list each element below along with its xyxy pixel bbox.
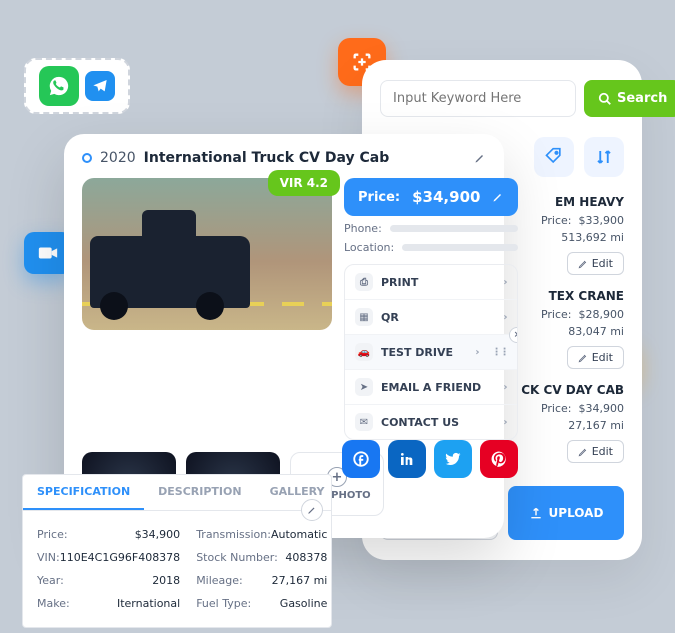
car-icon: 🚗 <box>355 343 373 361</box>
telegram-icon[interactable] <box>85 71 115 101</box>
upload-button[interactable]: UPLOAD <box>508 486 624 540</box>
edit-button[interactable]: Edit <box>567 346 624 369</box>
location-placeholder <box>402 244 518 251</box>
chevron-right-icon: › <box>503 382 507 393</box>
spec-key: Make: <box>37 597 70 610</box>
facebook-icon[interactable] <box>342 440 380 478</box>
edit-spec-icon[interactable] <box>301 499 323 521</box>
spec-card: SPECIFICATION DESCRIPTION GALLERY Price:… <box>22 474 332 628</box>
tab-description[interactable]: DESCRIPTION <box>144 475 255 510</box>
action-email-friend[interactable]: ➤ EMAIL A FRIEND › <box>345 370 517 405</box>
close-icon[interactable]: × <box>509 327 518 343</box>
social-share-row <box>342 440 518 478</box>
tag-filter-button[interactable] <box>534 137 574 177</box>
vehicle-photo[interactable] <box>82 178 332 330</box>
price-box: Price: $34,900 <box>344 178 518 216</box>
edit-button[interactable]: Edit <box>567 252 624 275</box>
pinterest-icon[interactable] <box>480 440 518 478</box>
spec-value: $34,900 <box>135 528 181 541</box>
linkedin-icon[interactable] <box>388 440 426 478</box>
spec-key: Price: <box>37 528 68 541</box>
location-label: Location: <box>344 241 394 254</box>
whatsapp-icon[interactable] <box>39 66 79 106</box>
upload-label: UPLOAD <box>549 506 604 520</box>
listing-price-label: Price: <box>541 402 572 415</box>
listing-miles: 27,167 mi <box>568 419 624 432</box>
action-test-drive[interactable]: × 🚗 TEST DRIVE › ⋮⋮ <box>345 335 517 370</box>
listing-miles: 513,692 mi <box>561 231 624 244</box>
spec-key: Year: <box>37 574 64 587</box>
spec-value: Automatic <box>271 528 327 541</box>
edit-title-icon[interactable] <box>474 152 486 164</box>
spec-value: 2018 <box>152 574 180 587</box>
mail-icon: ✉ <box>355 413 373 431</box>
spec-key: Transmission: <box>196 528 271 541</box>
spec-value: Gasoline <box>280 597 328 610</box>
vir-badge: VIR 4.2 <box>268 170 340 196</box>
drag-handle-icon[interactable]: ⋮⋮ <box>491 347 507 358</box>
spec-key: Fuel Type: <box>196 597 251 610</box>
edit-button[interactable]: Edit <box>567 440 624 463</box>
twitter-icon[interactable] <box>434 440 472 478</box>
search-button[interactable]: Search <box>584 80 675 117</box>
chevron-right-icon: › <box>503 417 507 428</box>
print-icon: ⎙ <box>355 273 373 291</box>
tab-gallery[interactable]: GALLERY <box>256 475 339 510</box>
chevron-right-icon: › <box>503 312 507 323</box>
spec-key: Mileage: <box>196 574 243 587</box>
action-print[interactable]: ⎙ PRINT › <box>345 265 517 300</box>
listing-price-label: Price: <box>541 308 572 321</box>
spec-key: VIN: <box>37 551 60 564</box>
sort-button[interactable] <box>584 137 624 177</box>
action-qr[interactable]: ▦ QR › <box>345 300 517 335</box>
phone-label: Phone: <box>344 222 382 235</box>
search-button-label: Search <box>617 91 667 106</box>
chevron-right-icon: › <box>475 347 479 358</box>
chevron-right-icon: › <box>503 277 507 288</box>
price-value: $34,900 <box>412 188 480 206</box>
vehicle-title: International Truck CV Day Cab <box>144 150 390 166</box>
tab-specification[interactable]: SPECIFICATION <box>23 475 144 510</box>
action-contact[interactable]: ✉ CONTACT US › <box>345 405 517 439</box>
listing-price-label: Price: <box>541 214 572 227</box>
status-dot-icon <box>82 153 92 163</box>
spec-key: Stock Number: <box>196 551 278 564</box>
spec-value: 408378 <box>285 551 327 564</box>
phone-placeholder <box>390 225 519 232</box>
send-icon: ➤ <box>355 378 373 396</box>
spec-value: 27,167 mi <box>272 574 328 587</box>
search-input[interactable] <box>380 80 576 117</box>
listing-miles: 83,047 mi <box>568 325 624 338</box>
spec-value: Iternational <box>117 597 180 610</box>
edit-price-icon[interactable] <box>492 191 504 203</box>
price-label: Price: <box>358 190 400 205</box>
actions-list: ⎙ PRINT › ▦ QR › × 🚗 TEST DRIVE › ⋮⋮ <box>344 264 518 440</box>
listing-price: $28,900 <box>579 308 625 321</box>
spec-value: 110E4C1G96F408378 <box>60 551 180 564</box>
listing-price: $33,900 <box>579 214 625 227</box>
qr-icon: ▦ <box>355 308 373 326</box>
vehicle-year: 2020 <box>100 150 136 166</box>
listing-price: $34,900 <box>579 402 625 415</box>
share-icons-box <box>24 58 130 114</box>
